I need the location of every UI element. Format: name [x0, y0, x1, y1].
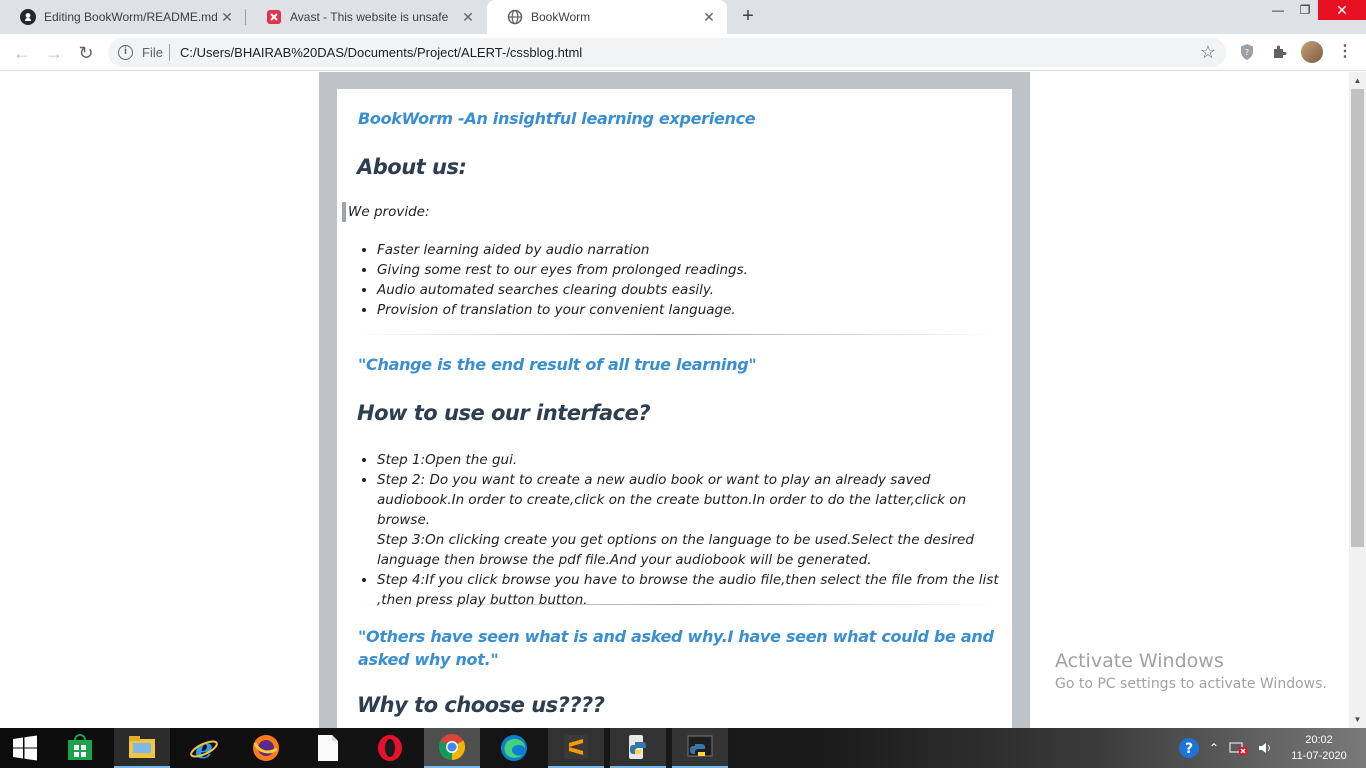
page-viewport: BookWorm -An insightful learning experie…: [0, 72, 1366, 728]
github-icon: [20, 9, 36, 25]
list-item: Step 1:Open the gui.: [377, 450, 1009, 470]
forward-button[interactable]: →: [42, 41, 66, 65]
tab-github[interactable]: Editing BookWorm/README.md ✕: [0, 0, 245, 34]
edge-icon: [501, 735, 527, 761]
internet-explorer-icon: e: [190, 733, 218, 763]
bookmark-star-icon[interactable]: ☆: [1200, 42, 1216, 62]
store-icon: [68, 734, 92, 760]
store-taskbar-item[interactable]: [52, 728, 108, 768]
firefox-taskbar-item[interactable]: [238, 728, 294, 768]
sublime-icon: [564, 735, 588, 759]
notepad-icon: [318, 735, 338, 761]
divider: [353, 604, 1001, 605]
python-terminal-taskbar-item[interactable]: [672, 728, 728, 768]
scroll-thumb[interactable]: [1351, 89, 1364, 547]
firefox-icon: [253, 735, 279, 761]
quote-two: "Others have seen what is and asked why.…: [358, 627, 994, 669]
list-item: Faster learning aided by audio narration: [377, 240, 748, 260]
minimize-button[interactable]: —: [1263, 0, 1293, 20]
taskbar-clock[interactable]: 20:02 11-07-2020: [1284, 732, 1354, 764]
new-tab-button[interactable]: +: [737, 6, 759, 28]
provide-list: Faster learning aided by audio narration…: [359, 240, 748, 320]
python-idle-icon: [629, 735, 646, 759]
scroll-up-arrow-icon[interactable]: ▲: [1349, 72, 1366, 89]
python-idle-taskbar-item[interactable]: [610, 728, 666, 768]
browser-toolbar: ← → ↻ i File C:/Users/BHAIRAB%20DAS/Docu…: [0, 34, 1366, 71]
watermark-subtitle: Go to PC settings to activate Windows.: [1055, 676, 1327, 692]
list-item: Giving some rest to our eyes from prolon…: [377, 260, 748, 280]
url-text[interactable]: C:/Users/BHAIRAB%20DAS/Documents/Project…: [180, 45, 582, 60]
profile-avatar[interactable]: [1301, 41, 1323, 63]
opera-icon: [378, 735, 402, 761]
volume-icon[interactable]: [1254, 728, 1276, 768]
tab-bookworm[interactable]: BookWorm ✕: [487, 0, 727, 34]
svg-text:?: ?: [1185, 741, 1193, 757]
chrome-icon: [438, 734, 466, 761]
notepad-taskbar-item[interactable]: [300, 728, 356, 768]
vertical-scrollbar[interactable]: ▲ ▼: [1349, 72, 1366, 728]
list-item: Audio automated searches clearing doubts…: [377, 280, 748, 300]
howto-title: How to use our interface?: [357, 401, 651, 425]
file-explorer-icon: [129, 736, 155, 758]
close-window-button[interactable]: ✕: [1318, 0, 1366, 20]
chrome-taskbar-item[interactable]: [424, 728, 480, 768]
tab-avast[interactable]: Avast - This website is unsafe ✕: [246, 0, 486, 34]
explorer-taskbar-item[interactable]: [114, 728, 170, 768]
steps-list: Step 1:Open the gui. Step 2: Do you want…: [359, 450, 1009, 610]
divider: [353, 334, 1001, 335]
quote-one: "Change is the end result of all true le…: [358, 355, 757, 374]
start-icon: [13, 735, 37, 761]
site-heading: BookWorm -An insightful learning experie…: [358, 109, 756, 128]
provide-label: We provide:: [348, 204, 430, 220]
list-item: Step 2: Do you want to create a new audi…: [377, 470, 1009, 570]
start-button[interactable]: [0, 728, 50, 768]
windows-taskbar: e ? ⌃ 20:02 11-07-2020: [0, 728, 1366, 768]
why-title: Why to choose us????: [357, 693, 605, 717]
close-tab-icon[interactable]: ✕: [701, 9, 717, 25]
ie-taskbar-item[interactable]: e: [176, 728, 232, 768]
address-bar[interactable]: i File C:/Users/BHAIRAB%20DAS/Documents/…: [108, 38, 1226, 67]
address-divider: [169, 44, 170, 61]
scheme-label: File: [142, 45, 163, 60]
list-item: Provision of translation to your conveni…: [377, 300, 748, 320]
close-tab-icon[interactable]: ✕: [219, 9, 235, 25]
about-title: About us:: [357, 155, 467, 179]
watermark-title: Activate Windows: [1055, 650, 1224, 672]
menu-kebab-icon[interactable]: ⋮: [1337, 42, 1353, 62]
restore-button[interactable]: ❐: [1290, 0, 1320, 20]
avast-icon: [266, 9, 282, 25]
help-tray-icon[interactable]: ?: [1176, 728, 1202, 768]
step-two-text: Step 2: Do you want to create a new audi…: [377, 472, 967, 528]
shield-extension-icon[interactable]: ?: [1237, 42, 1257, 62]
info-icon[interactable]: i: [118, 45, 133, 60]
content-card: BookWorm -An insightful learning experie…: [337, 89, 1012, 728]
tab-title: Avast - This website is unsafe: [290, 10, 449, 24]
tab-strip: Editing BookWorm/README.md ✕ Avast - Thi…: [0, 0, 1366, 34]
tab-title: Editing BookWorm/README.md: [44, 10, 218, 24]
svg-text:e: e: [195, 733, 213, 763]
step-three-text: Step 3:On clicking create you get option…: [377, 532, 974, 568]
clock-time: 20:02: [1305, 734, 1333, 746]
extensions-puzzle-icon[interactable]: [1270, 42, 1290, 62]
svg-text:?: ?: [1245, 48, 1249, 57]
text-caret: [342, 202, 346, 222]
show-hidden-icons-chevron-up-icon[interactable]: ⌃: [1206, 728, 1222, 768]
globe-icon: [507, 9, 523, 25]
network-disconnected-icon[interactable]: [1226, 728, 1250, 768]
opera-taskbar-item[interactable]: [362, 728, 418, 768]
sublime-taskbar-item[interactable]: [548, 728, 604, 768]
edge-taskbar-item[interactable]: [486, 728, 542, 768]
close-tab-icon[interactable]: ✕: [460, 9, 476, 25]
reload-button[interactable]: ↻: [74, 41, 98, 65]
activate-windows-watermark: Activate Windows Go to PC settings to ac…: [1055, 650, 1327, 692]
clock-date: 11-07-2020: [1291, 750, 1347, 762]
tab-title: BookWorm: [531, 10, 591, 24]
back-button[interactable]: ←: [10, 41, 34, 65]
scroll-down-arrow-icon[interactable]: ▼: [1349, 711, 1366, 728]
python-terminal-icon: [687, 735, 713, 757]
